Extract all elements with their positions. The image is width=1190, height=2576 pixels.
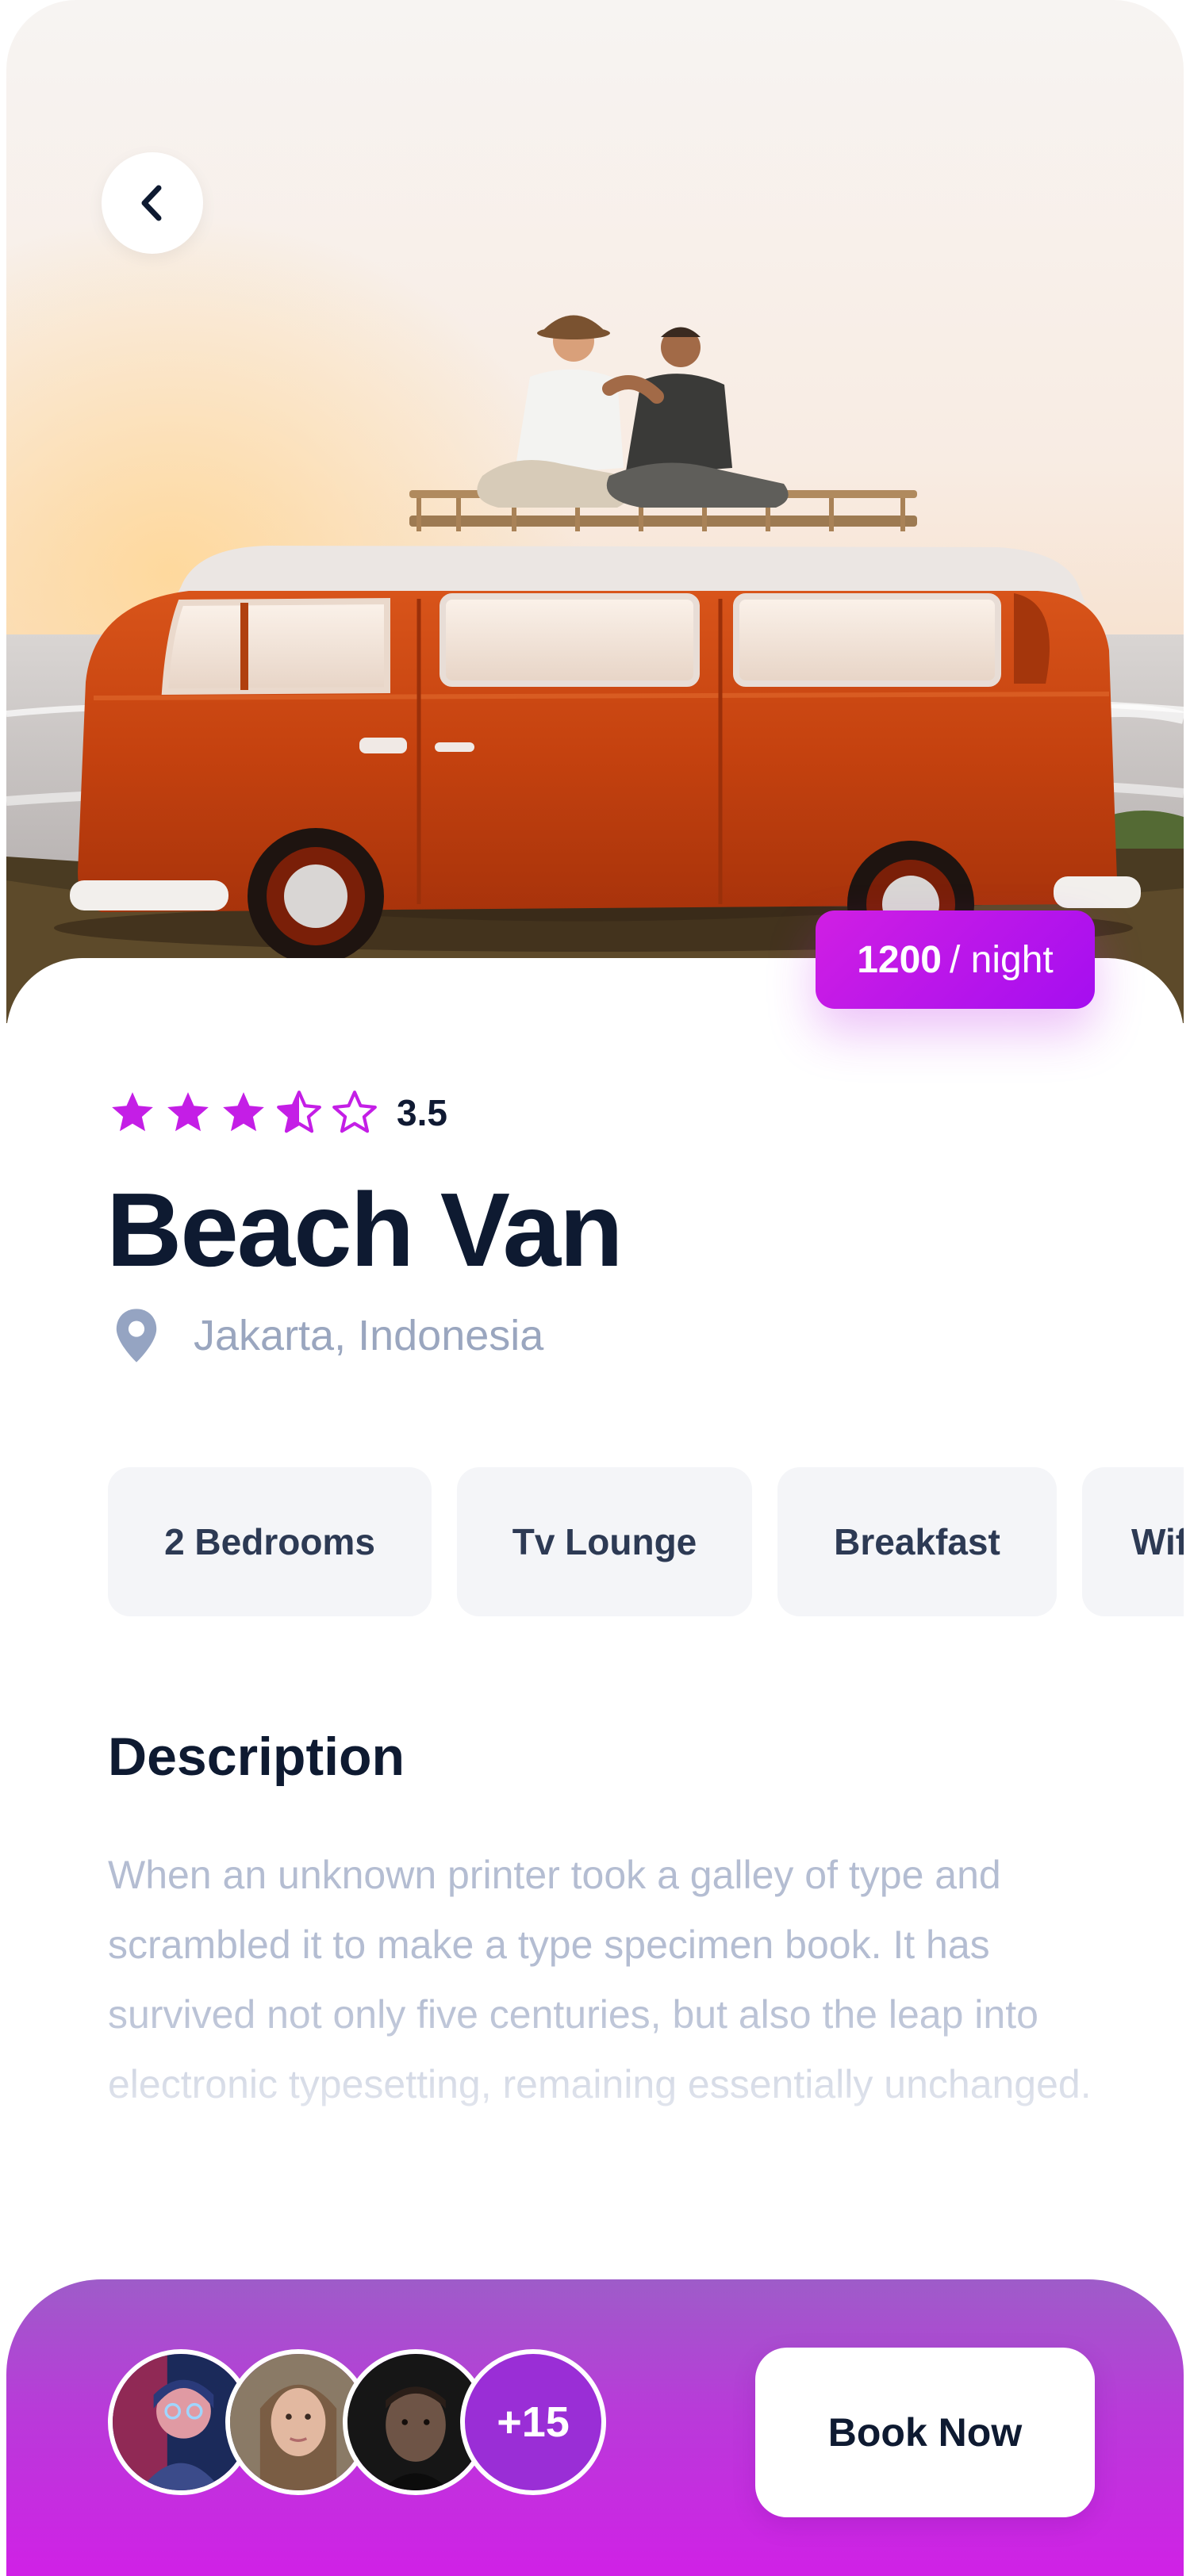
star-outline-icon [332,1091,377,1133]
hero-image [6,0,1184,1023]
amenities-list: 2 Bedrooms Tv Lounge Breakfast Wif [108,1467,1184,1616]
listing-title: Beach Van [106,1171,624,1288]
location: Jakarta, Indonesia [113,1305,543,1366]
description-text: When an unknown printer took a galley of… [108,1853,1092,2106]
guest-avatars[interactable]: +15 [108,2349,606,2495]
amenity-chip[interactable]: 2 Bedrooms [108,1467,432,1616]
star-half-icon [277,1091,321,1133]
description-heading: Description [108,1727,405,1787]
price-unit: / night [950,938,1054,981]
amenity-chip[interactable]: Breakfast [777,1467,1057,1616]
rating: 3.5 [108,1085,447,1140]
back-button[interactable] [102,152,203,254]
rating-value: 3.5 [397,1092,447,1133]
star-icon [223,1092,264,1132]
star-icon [167,1092,209,1132]
screen: 1200 / night 3.5 Beach Van Jakarta, Indo… [6,0,1184,2576]
amenity-chip[interactable]: Wif [1082,1467,1184,1616]
star-icon [112,1092,153,1132]
location-text: Jakarta, Indonesia [194,1312,544,1359]
chevron-left-icon [141,185,162,221]
more-guests-count[interactable]: +15 [460,2349,606,2495]
book-now-button[interactable]: Book Now [755,2348,1095,2517]
map-pin-icon [116,1309,157,1363]
rating-stars [108,1088,379,1137]
price-badge: 1200 / night [816,910,1095,1009]
price-amount: 1200 [857,938,942,981]
beach-van-photo [6,0,1184,1023]
amenity-chip[interactable]: Tv Lounge [457,1467,752,1616]
